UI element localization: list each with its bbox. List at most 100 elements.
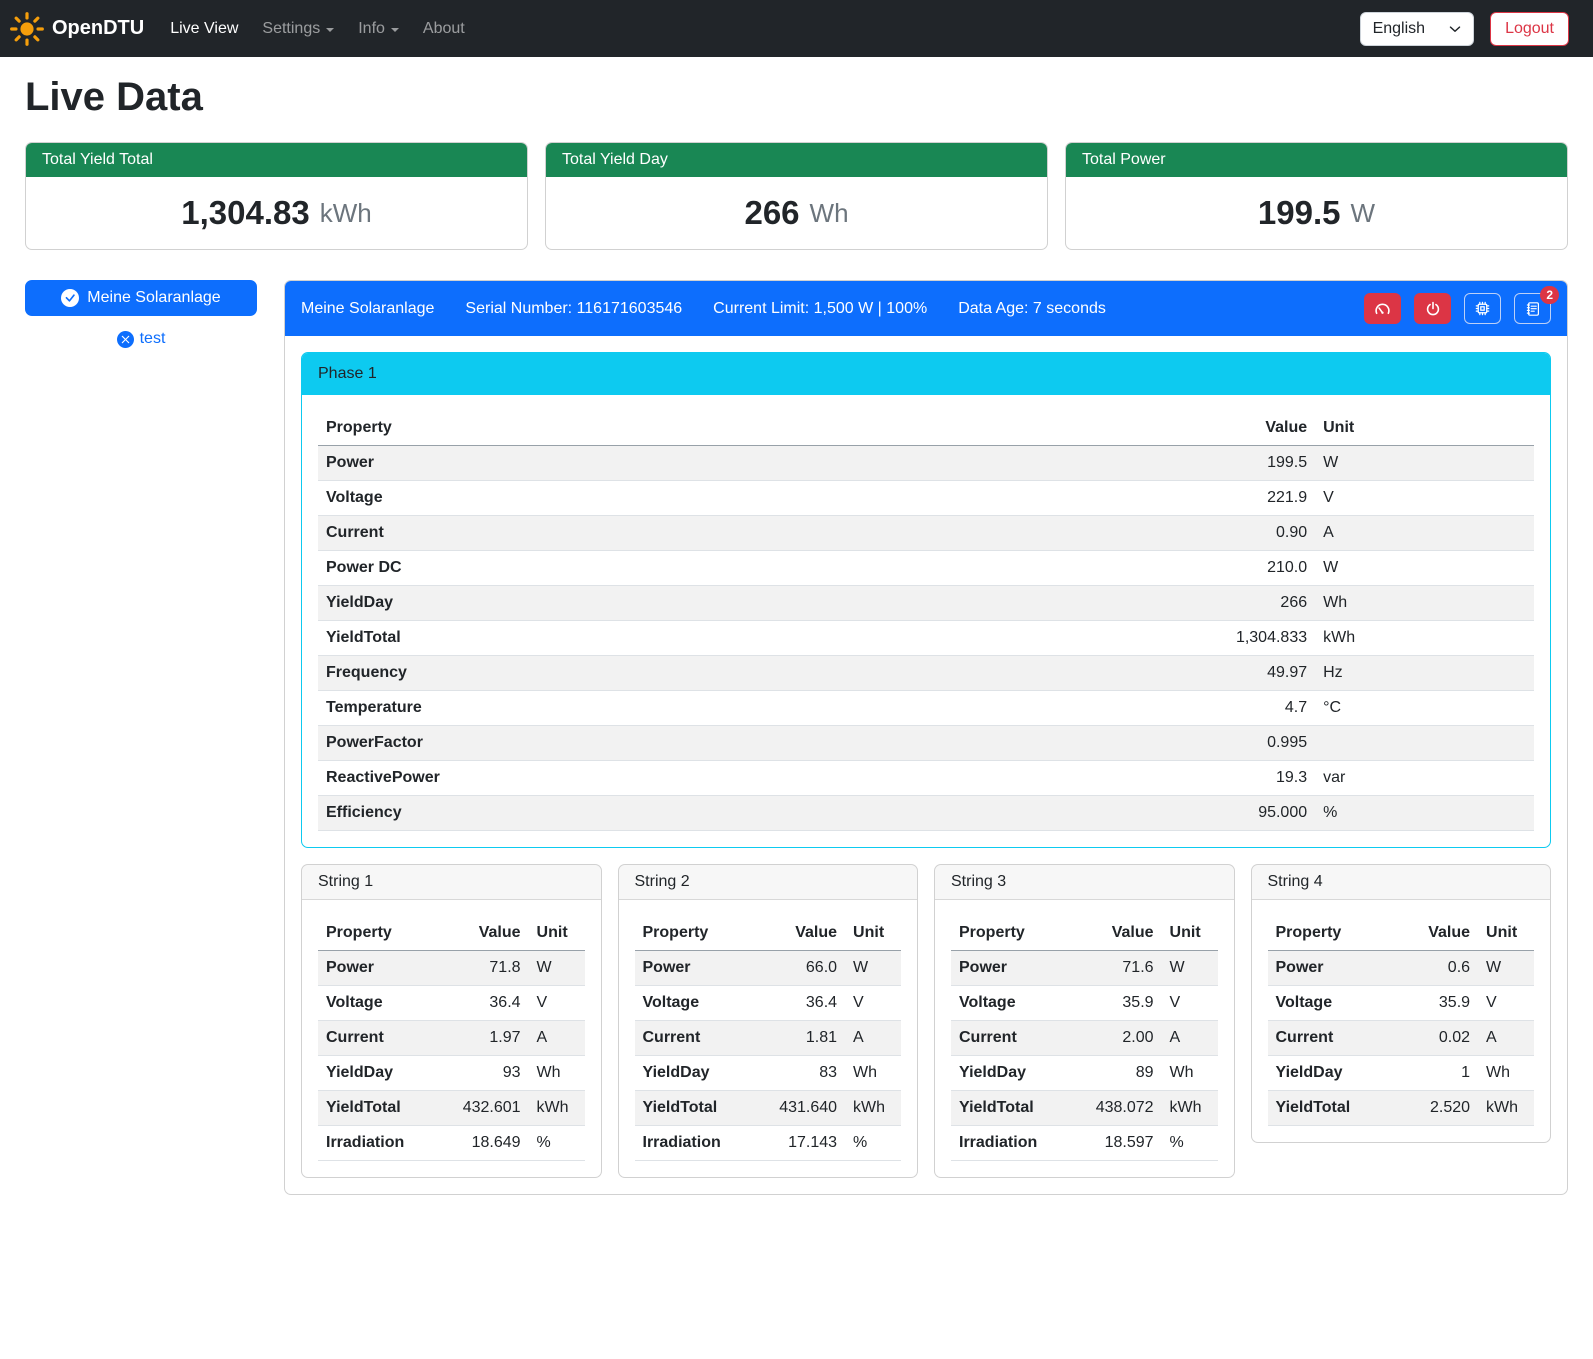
property-name: Voltage [951, 986, 1074, 1021]
power-toggle-button[interactable] [1414, 293, 1451, 324]
string-card: String 1PropertyValueUnitPower71.8WVolta… [301, 864, 602, 1178]
property-name: Irradiation [635, 1126, 758, 1161]
property-unit: A [845, 1021, 901, 1056]
property-value: 4.7 [1108, 691, 1315, 726]
column-header-value: Value [757, 916, 845, 951]
property-name: YieldDay [318, 586, 1108, 621]
property-value: 0.6 [1390, 951, 1478, 986]
property-unit: kWh [1162, 1091, 1218, 1126]
string-card-body: PropertyValueUnitPower66.0WVoltage36.4VC… [619, 900, 918, 1177]
property-unit: Wh [529, 1056, 585, 1091]
table-row: Irradiation17.143% [635, 1126, 902, 1161]
inverter-test-link[interactable]: test [25, 330, 257, 348]
inverter-select-button[interactable]: Meine Solaranlage [25, 280, 257, 316]
table-row: Current1.81A [635, 1021, 902, 1056]
string-card: String 4PropertyValueUnitPower0.6WVoltag… [1251, 864, 1552, 1143]
property-unit: W [1162, 951, 1218, 986]
power-icon [1425, 301, 1441, 317]
nav-info-label: Info [358, 20, 385, 38]
summary-card-title: Total Yield Day [546, 143, 1047, 177]
phase-table-wrap: Property Value Unit Power199.5WVoltage22… [302, 395, 1550, 847]
property-value: 36.4 [757, 986, 845, 1021]
property-unit: kWh [1315, 621, 1534, 656]
journal-text-icon [1525, 301, 1541, 317]
logout-button[interactable]: Logout [1490, 12, 1569, 46]
table-row: YieldDay1Wh [1268, 1056, 1535, 1091]
property-name: Power DC [318, 551, 1108, 586]
string-card-body: PropertyValueUnitPower0.6WVoltage35.9VCu… [1252, 900, 1551, 1142]
property-value: 89 [1074, 1056, 1162, 1091]
event-log-button[interactable]: 2 [1514, 293, 1551, 324]
property-name: Current [635, 1021, 758, 1056]
property-value: 199.5 [1108, 446, 1315, 481]
table-row: Current0.02A [1268, 1021, 1535, 1056]
property-name: PowerFactor [318, 726, 1108, 761]
property-name: YieldTotal [951, 1091, 1074, 1126]
chevron-down-icon [326, 28, 334, 32]
property-value: 36.4 [441, 986, 529, 1021]
property-name: Frequency [318, 656, 1108, 691]
property-value: 71.6 [1074, 951, 1162, 986]
column-header-value: Value [1108, 411, 1315, 446]
nav-item-info[interactable]: Info [346, 12, 411, 46]
limit-settings-button[interactable] [1364, 293, 1401, 324]
property-name: YieldDay [318, 1056, 441, 1091]
language-select[interactable]: English [1360, 12, 1474, 46]
property-value: 0.995 [1108, 726, 1315, 761]
property-name: YieldTotal [318, 1091, 441, 1126]
table-row: Efficiency95.000% [318, 796, 1534, 831]
property-unit: A [1315, 516, 1534, 551]
property-value: 266 [1108, 586, 1315, 621]
property-name: Power [635, 951, 758, 986]
property-value: 0.90 [1108, 516, 1315, 551]
property-name: YieldTotal [635, 1091, 758, 1126]
property-unit: kWh [1478, 1091, 1534, 1126]
property-unit: V [1315, 481, 1534, 516]
column-header-value: Value [1074, 916, 1162, 951]
property-name: Power [951, 951, 1074, 986]
summary-card-total-power: Total Power 199.5 W [1065, 142, 1568, 250]
property-name: ReactivePower [318, 761, 1108, 796]
sun-logo-icon [10, 12, 44, 46]
device-info-button[interactable] [1464, 293, 1501, 324]
property-name: Voltage [635, 986, 758, 1021]
navbar-right: English Logout [1360, 12, 1569, 46]
summary-unit: Wh [810, 198, 849, 229]
summary-card-title: Total Yield Total [26, 143, 527, 177]
property-unit: kWh [529, 1091, 585, 1126]
table-header-row: Property Value Unit [318, 411, 1534, 446]
column-header-unit: Unit [1315, 411, 1534, 446]
phase-section: Phase 1 Property Value Unit Power199.5WV… [301, 352, 1551, 848]
property-name: Current [318, 516, 1108, 551]
property-value: 18.649 [441, 1126, 529, 1161]
property-value: 71.8 [441, 951, 529, 986]
nav-item-about[interactable]: About [411, 12, 477, 46]
nav-item-live-view[interactable]: Live View [158, 12, 250, 46]
inverter-select-label: Meine Solaranlage [87, 289, 220, 307]
summary-cards-row: Total Yield Total 1,304.83 kWh Total Yie… [25, 142, 1568, 250]
property-value: 49.97 [1108, 656, 1315, 691]
property-value: 95.000 [1108, 796, 1315, 831]
main-navigation: Live View Settings Info About [158, 12, 477, 46]
property-value: 2.520 [1390, 1091, 1478, 1126]
property-value: 1,304.833 [1108, 621, 1315, 656]
table-row: Irradiation18.649% [318, 1126, 585, 1161]
string-card-body: PropertyValueUnitPower71.6WVoltage35.9VC… [935, 900, 1234, 1177]
table-row: Frequency49.97Hz [318, 656, 1534, 691]
property-unit: kWh [845, 1091, 901, 1126]
property-unit: W [1478, 951, 1534, 986]
summary-value: 199.5 [1258, 194, 1341, 232]
table-row: Temperature4.7°C [318, 691, 1534, 726]
page-title: Live Data [25, 75, 1568, 120]
column-header-property: Property [318, 411, 1108, 446]
property-name: YieldDay [951, 1056, 1074, 1091]
property-unit: A [529, 1021, 585, 1056]
table-row: Voltage36.4V [635, 986, 902, 1021]
table-row: YieldDay266Wh [318, 586, 1534, 621]
top-navbar: OpenDTU Live View Settings Info About En… [0, 0, 1593, 57]
property-unit: var [1315, 761, 1534, 796]
check-circle-icon [61, 289, 79, 307]
table-row: YieldTotal431.640kWh [635, 1091, 902, 1126]
nav-item-settings[interactable]: Settings [250, 12, 346, 46]
summary-card-body: 1,304.83 kWh [26, 177, 527, 249]
